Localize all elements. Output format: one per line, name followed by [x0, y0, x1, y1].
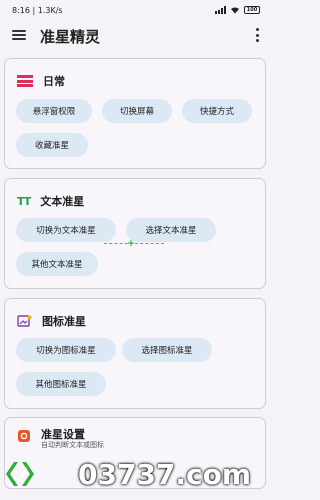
- other-icon-crosshair-button[interactable]: 其他图标准星: [16, 372, 106, 396]
- text-icon: TT: [17, 194, 31, 208]
- other-text-crosshair-button[interactable]: 其他文本准星: [16, 252, 98, 276]
- watermark-text: 03737.com: [78, 458, 252, 491]
- icon-crosshair-card: 图标准星 切换为图标准星 选择图标准星 其他图标准星: [4, 298, 266, 409]
- select-icon-crosshair-button[interactable]: 选择图标准星: [122, 338, 212, 362]
- crosshair-center-icon: [128, 240, 134, 246]
- favorite-crosshair-button[interactable]: 收藏准星: [16, 133, 88, 157]
- daily-card-header: 日常: [17, 73, 65, 89]
- daily-card-title: 日常: [43, 75, 65, 88]
- app-bar: 准星精灵: [0, 20, 270, 52]
- daily-card: 日常 悬浮窗权限 切换屏幕 快捷方式 收藏准星: [4, 58, 266, 169]
- network-speed: 1.3K/s: [37, 5, 63, 15]
- switch-to-text-crosshair-button[interactable]: 切换为文本准星: [16, 218, 116, 242]
- settings-card-subtitle: 自动判断文本或图标: [41, 441, 104, 449]
- status-time: 8:16: [12, 5, 30, 15]
- text-card-title: 文本准星: [40, 195, 85, 208]
- status-right: 100: [215, 6, 260, 14]
- signal-icon: [215, 6, 226, 14]
- settings-icon: [17, 429, 31, 443]
- icon-card-title: 图标准星: [42, 315, 86, 328]
- text-card-header: TT 文本准星: [17, 193, 84, 209]
- wifi-icon: [231, 7, 239, 14]
- status-bar: 8:16 | 1.3K/s 100: [0, 0, 270, 20]
- battery-icon: 100: [244, 6, 260, 14]
- shortcut-button[interactable]: 快捷方式: [182, 99, 252, 123]
- watermark: 03737.com: [0, 450, 270, 500]
- image-icon: [17, 314, 32, 328]
- text-crosshair-card: TT 文本准星 切换为文本准星 选择文本准星 其他文本准星: [4, 178, 266, 289]
- app-title: 准星精灵: [40, 28, 101, 46]
- crosshair-line: [104, 243, 164, 244]
- switch-screen-button[interactable]: 切换屏幕: [102, 99, 172, 123]
- watermark-logo: [6, 462, 34, 486]
- daily-icon: [17, 75, 33, 87]
- more-options-icon[interactable]: [254, 28, 260, 42]
- status-left: 8:16 | 1.3K/s: [12, 5, 63, 15]
- icon-card-header: 图标准星: [17, 313, 86, 329]
- switch-to-icon-crosshair-button[interactable]: 切换为图标准星: [16, 338, 116, 362]
- select-text-crosshair-button[interactable]: 选择文本准星: [126, 218, 216, 242]
- float-window-permission-button[interactable]: 悬浮窗权限: [16, 99, 92, 123]
- menu-icon[interactable]: [12, 28, 26, 42]
